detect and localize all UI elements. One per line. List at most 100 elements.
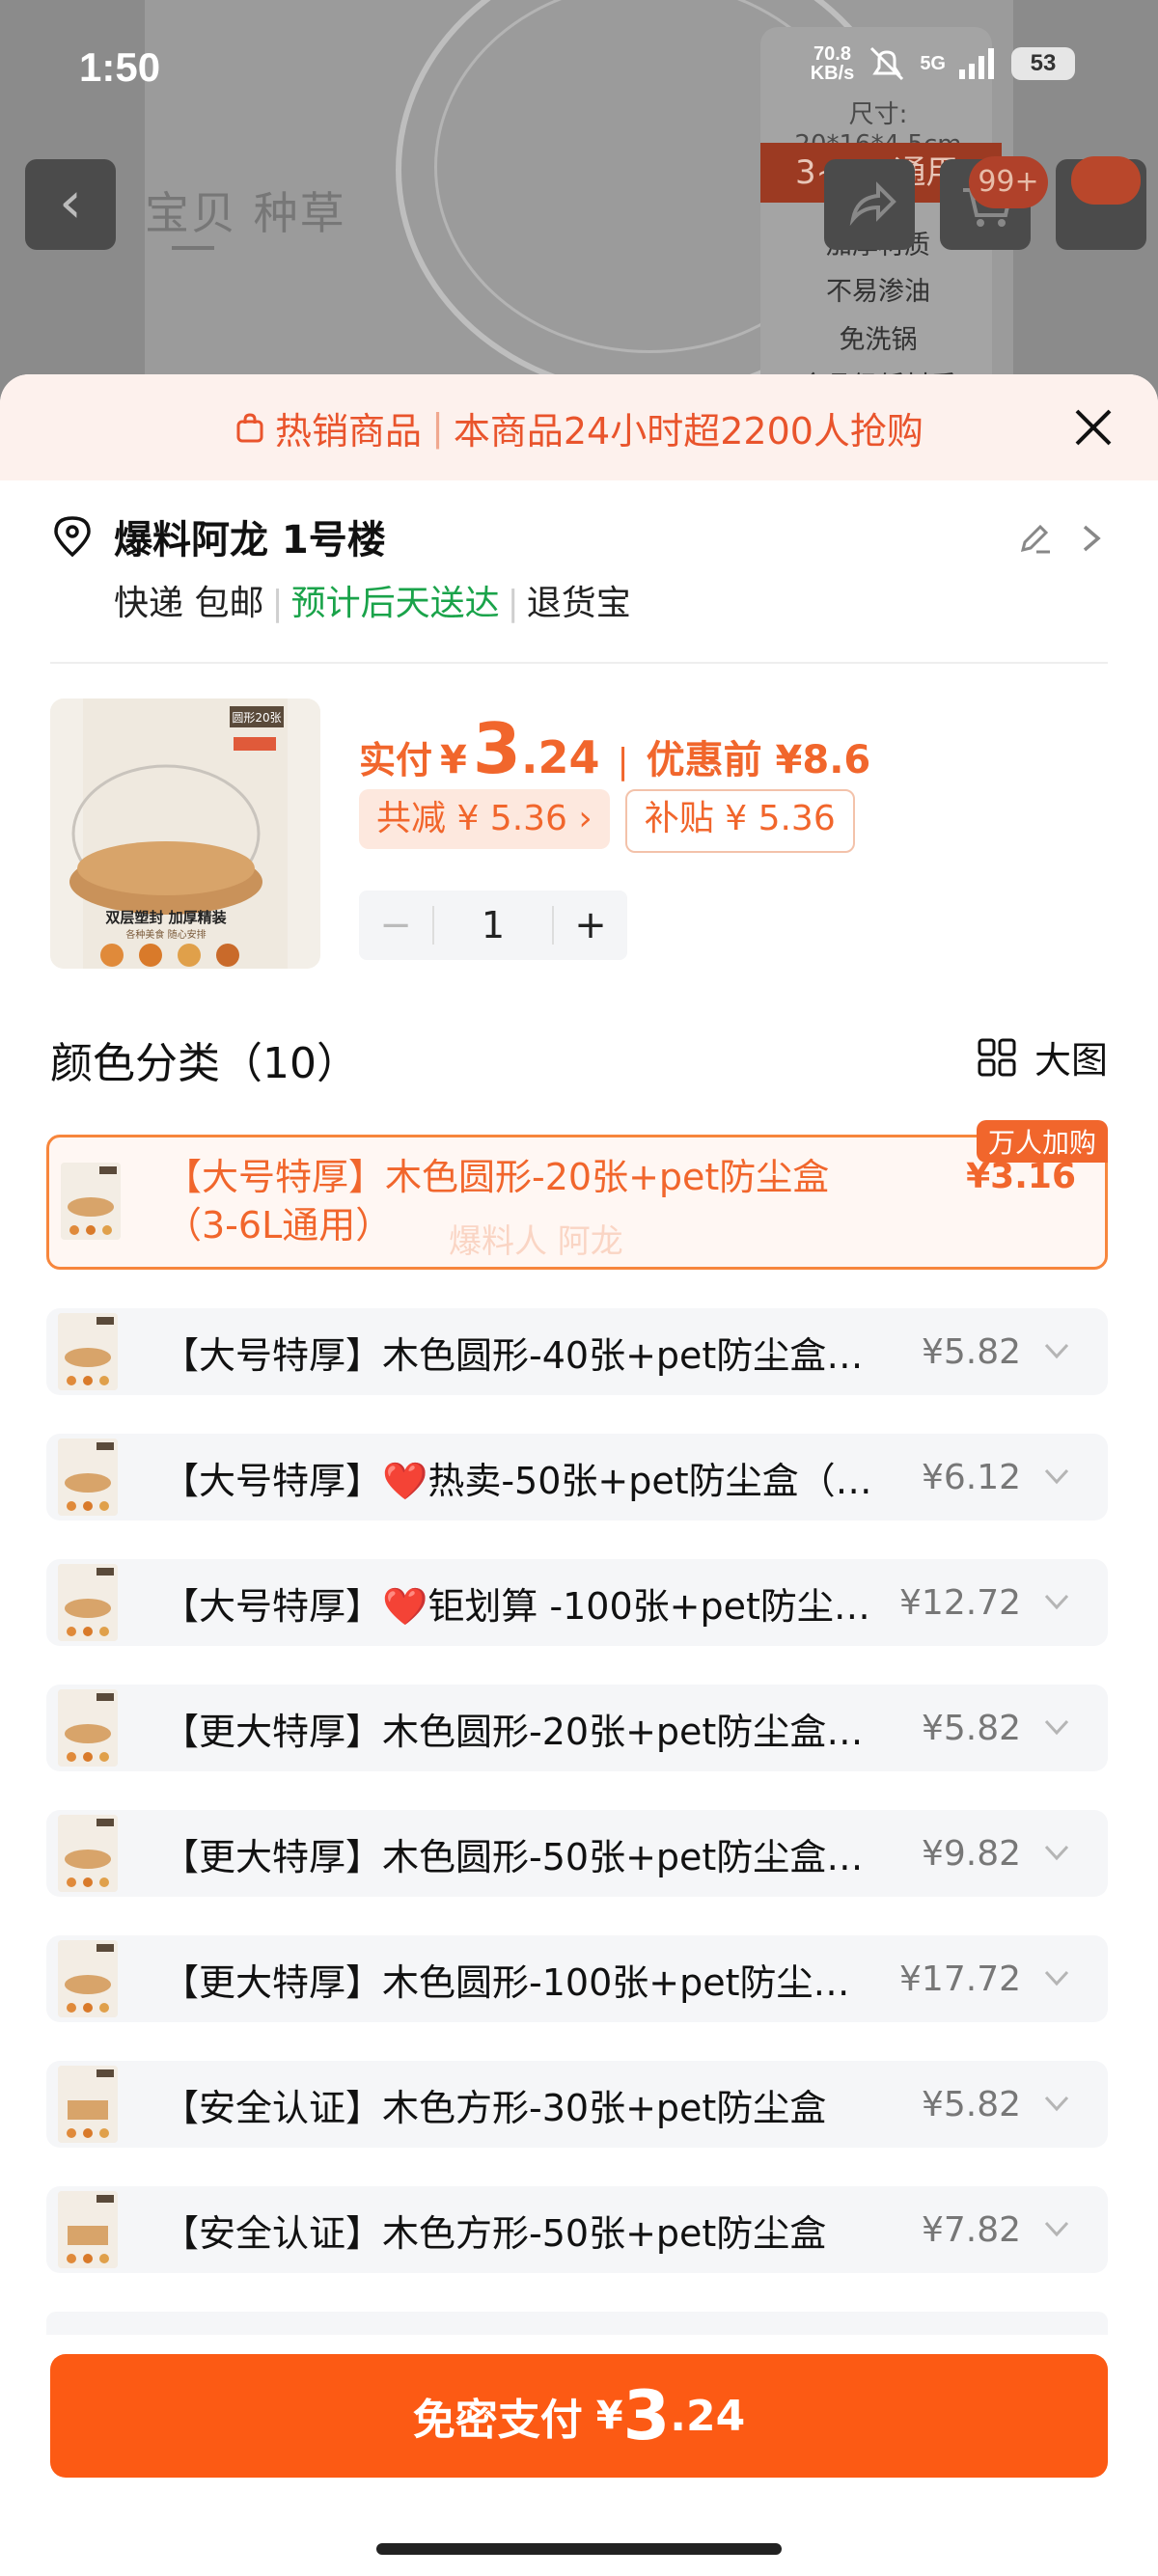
variant-option-partial[interactable] (46, 2312, 1108, 2335)
decrease-button[interactable]: − (359, 903, 432, 947)
pay-currency: ¥ (440, 738, 467, 782)
background-tabs[interactable]: 宝贝 种草 (145, 178, 346, 242)
variant-name: 【更大特厚】木色圆形-50张+pet防尘盒（6L以上） (162, 1835, 886, 1878)
product-image[interactable]: 圆形20张 双层塑封 加厚精装 各种美食 随心安排 (50, 699, 320, 969)
share-icon (849, 181, 896, 227)
variant-price: ¥12.72 (899, 1582, 1021, 1623)
quantity-value[interactable]: 1 (432, 906, 554, 945)
increase-button[interactable]: + (554, 903, 627, 947)
battery-indicator: 53 (1011, 47, 1075, 80)
variant-thumbnail (58, 1564, 118, 1641)
variant-name: 【更大特厚】木色圆形-100张+pet防尘盒（6L以上） (162, 1960, 886, 2004)
password-free-pay-button[interactable]: 免密支付 ¥ 3 .24 (50, 2354, 1108, 2478)
chevron-down-icon (1044, 1845, 1069, 1861)
variant-thumbnail (58, 1689, 118, 1767)
pay-button-amount-int: 3 (622, 2376, 671, 2455)
share-button[interactable] (824, 159, 915, 250)
delivery-info: 快递 包邮 | 预计后天送达 | 退货宝 (114, 584, 631, 623)
discount-chips: 共减 ¥ 5.36 › 补贴 ¥ 5.36 (359, 789, 855, 853)
hot-sale-text: 本商品24小时超2200人抢购 (453, 409, 924, 452)
product-image-subcaption: 各种美食 随心安排 (125, 928, 206, 941)
variant-option[interactable]: 【安全认证】木色方形-50张+pet防尘盒 ¥7.82 (46, 2186, 1108, 2273)
variant-option[interactable]: 【大号特厚】❤️钜划算 -100张+pet防尘盒（3-6L通用） ¥12.72 (46, 1559, 1108, 1646)
watermark-text: 爆料人 阿龙 (449, 1222, 623, 1261)
popular-tag: 万人加购 (976, 1120, 1108, 1163)
quantity-stepper: − 1 + (359, 891, 627, 960)
home-indicator[interactable] (376, 2543, 782, 2555)
large-image-toggle[interactable]: 大图 (977, 1030, 1108, 1083)
net-speed: 70.8 KB/s (811, 44, 855, 83)
variant-option[interactable]: 【更大特厚】木色圆形-50张+pet防尘盒（6L以上） ¥9.82 (46, 1810, 1108, 1897)
return-service: 退货宝 (526, 584, 631, 623)
variant-option[interactable]: 【更大特厚】木色圆形-100张+pet防尘盒（6L以上） ¥17.72 (46, 1935, 1108, 2022)
variant-thumbnail (61, 1163, 121, 1240)
shipping-method: 快递 包邮 (114, 584, 264, 623)
variant-thumbnail (58, 2191, 118, 2268)
pay-button-amount-dec: .24 (670, 2391, 746, 2441)
background-feature-3: 免洗锅 (839, 325, 918, 355)
network-type: 5G (920, 52, 946, 74)
delivery-estimate: 预计后天送达 (290, 584, 500, 623)
variant-option[interactable]: 【大号特厚】❤️热卖-50张+pet防尘盒（3-6L通用） ¥6.12 (46, 1434, 1108, 1521)
variant-price: ¥3.16 (966, 1157, 1076, 1196)
variant-price: ¥5.82 (921, 1708, 1021, 1748)
edit-pencil-icon[interactable] (1015, 519, 1054, 558)
pay-label: 实付 (359, 739, 433, 781)
net-speed-unit: KB/s (810, 63, 855, 84)
variant-name: 【更大特厚】木色圆形-20张+pet防尘盒（6L以上） (162, 1710, 886, 1753)
variant-name: 【安全认证】木色方形-50张+pet防尘盒 (162, 2211, 827, 2255)
background-tab-indicator (172, 246, 214, 250)
mute-bell-icon (870, 46, 904, 81)
price-line: 实付 ¥ 3 .24 | 优惠前 ¥8.6 (359, 708, 870, 789)
background-product-page: 尺寸: 20*16*4.5cm 3~6L 通用 加厚材质 不易渗油 免洗锅 食品… (0, 0, 1158, 405)
address-divider (50, 662, 1108, 664)
variant-thumbnail (58, 2066, 118, 2143)
pay-button-currency: ¥ (595, 2394, 623, 2438)
product-image-header: 圆形20张 (232, 711, 281, 725)
product-illustration: 圆形20张 双层塑封 加厚精装 各种美食 随心安排 (50, 699, 320, 969)
status-icons: 70.8 KB/s 5G 53 (811, 44, 1075, 83)
variant-price: ¥9.82 (921, 1833, 1021, 1874)
chevron-down-icon (1044, 1594, 1069, 1610)
variant-option[interactable]: 【大号特厚】木色圆形-20张+pet防尘盒（3-6L通用） ¥3.16 万人加购… (46, 1120, 1108, 1270)
chevron-down-icon (1044, 1468, 1069, 1485)
chevron-down-icon (1044, 1970, 1069, 1987)
location-pin-icon (54, 516, 91, 558)
chevron-down-icon (1044, 2096, 1069, 2112)
close-icon[interactable] (1067, 401, 1119, 453)
pay-amount-int: 3 (472, 708, 521, 789)
hot-sale-banner: 热销商品 | 本商品24小时超2200人抢购 (0, 374, 1158, 480)
variant-option[interactable]: 【更大特厚】木色圆形-20张+pet防尘盒（6L以上） ¥5.82 (46, 1685, 1108, 1771)
variant-thumbnail (58, 1815, 118, 1892)
chevron-down-icon (1044, 2221, 1069, 2237)
variant-list: 【大号特厚】木色圆形-20张+pet防尘盒（3-6L通用） ¥3.16 万人加购… (46, 1120, 1108, 2312)
variant-option[interactable]: 【大号特厚】木色圆形-40张+pet防尘盒（3-6L通用） ¥5.82 (46, 1308, 1108, 1395)
chevron-down-icon (1044, 1719, 1069, 1736)
product-image-caption: 双层塑封 加厚精装 (105, 909, 227, 926)
variant-section-title: 颜色分类（10） (50, 1039, 359, 1088)
hot-sale-tag: 热销商品 (275, 409, 423, 452)
variant-name: 【大号特厚】木色圆形-40张+pet防尘盒（3-6L通用） (162, 1333, 886, 1377)
variant-option[interactable]: 【安全认证】木色方形-30张+pet防尘盒 ¥5.82 (46, 2061, 1108, 2148)
variant-price: ¥6.12 (921, 1457, 1021, 1497)
net-speed-value: 70.8 (813, 43, 851, 65)
address-name: 爆料阿龙 1号楼 (114, 518, 386, 562)
large-image-label: 大图 (1034, 1039, 1108, 1082)
total-discount-chip[interactable]: 共减 ¥ 5.36 › (359, 789, 610, 849)
signal-icon (959, 48, 994, 79)
purchase-sheet: 热销商品 | 本商品24小时超2200人抢购 爆料阿龙 1号楼 快递 包邮 | 预计… (0, 374, 1158, 2576)
price-before-discount: 优惠前 ¥8.6 (646, 738, 871, 782)
address-block[interactable]: 爆料阿龙 1号楼 快递 包邮 | 预计后天送达 | 退货宝 (50, 509, 1112, 625)
variant-thumbnail (58, 1940, 118, 2017)
subsidy-chip: 补贴 ¥ 5.36 (624, 789, 855, 853)
shopping-bag-icon (236, 413, 263, 443)
chevron-right-icon[interactable] (1077, 519, 1106, 558)
variant-thumbnail (58, 1313, 118, 1390)
more-red-icon (1071, 156, 1141, 205)
grid-view-icon (978, 1038, 1016, 1076)
variant-name: 【大号特厚】❤️钜划算 -100张+pet防尘盒（3-6L通用） (162, 1584, 886, 1628)
variant-name: 【安全认证】木色方形-30张+pet防尘盒 (162, 2086, 827, 2129)
variant-price: ¥5.82 (921, 1331, 1021, 1372)
back-button[interactable]: ‹ (25, 159, 116, 250)
variant-price: ¥17.72 (899, 1959, 1021, 1999)
